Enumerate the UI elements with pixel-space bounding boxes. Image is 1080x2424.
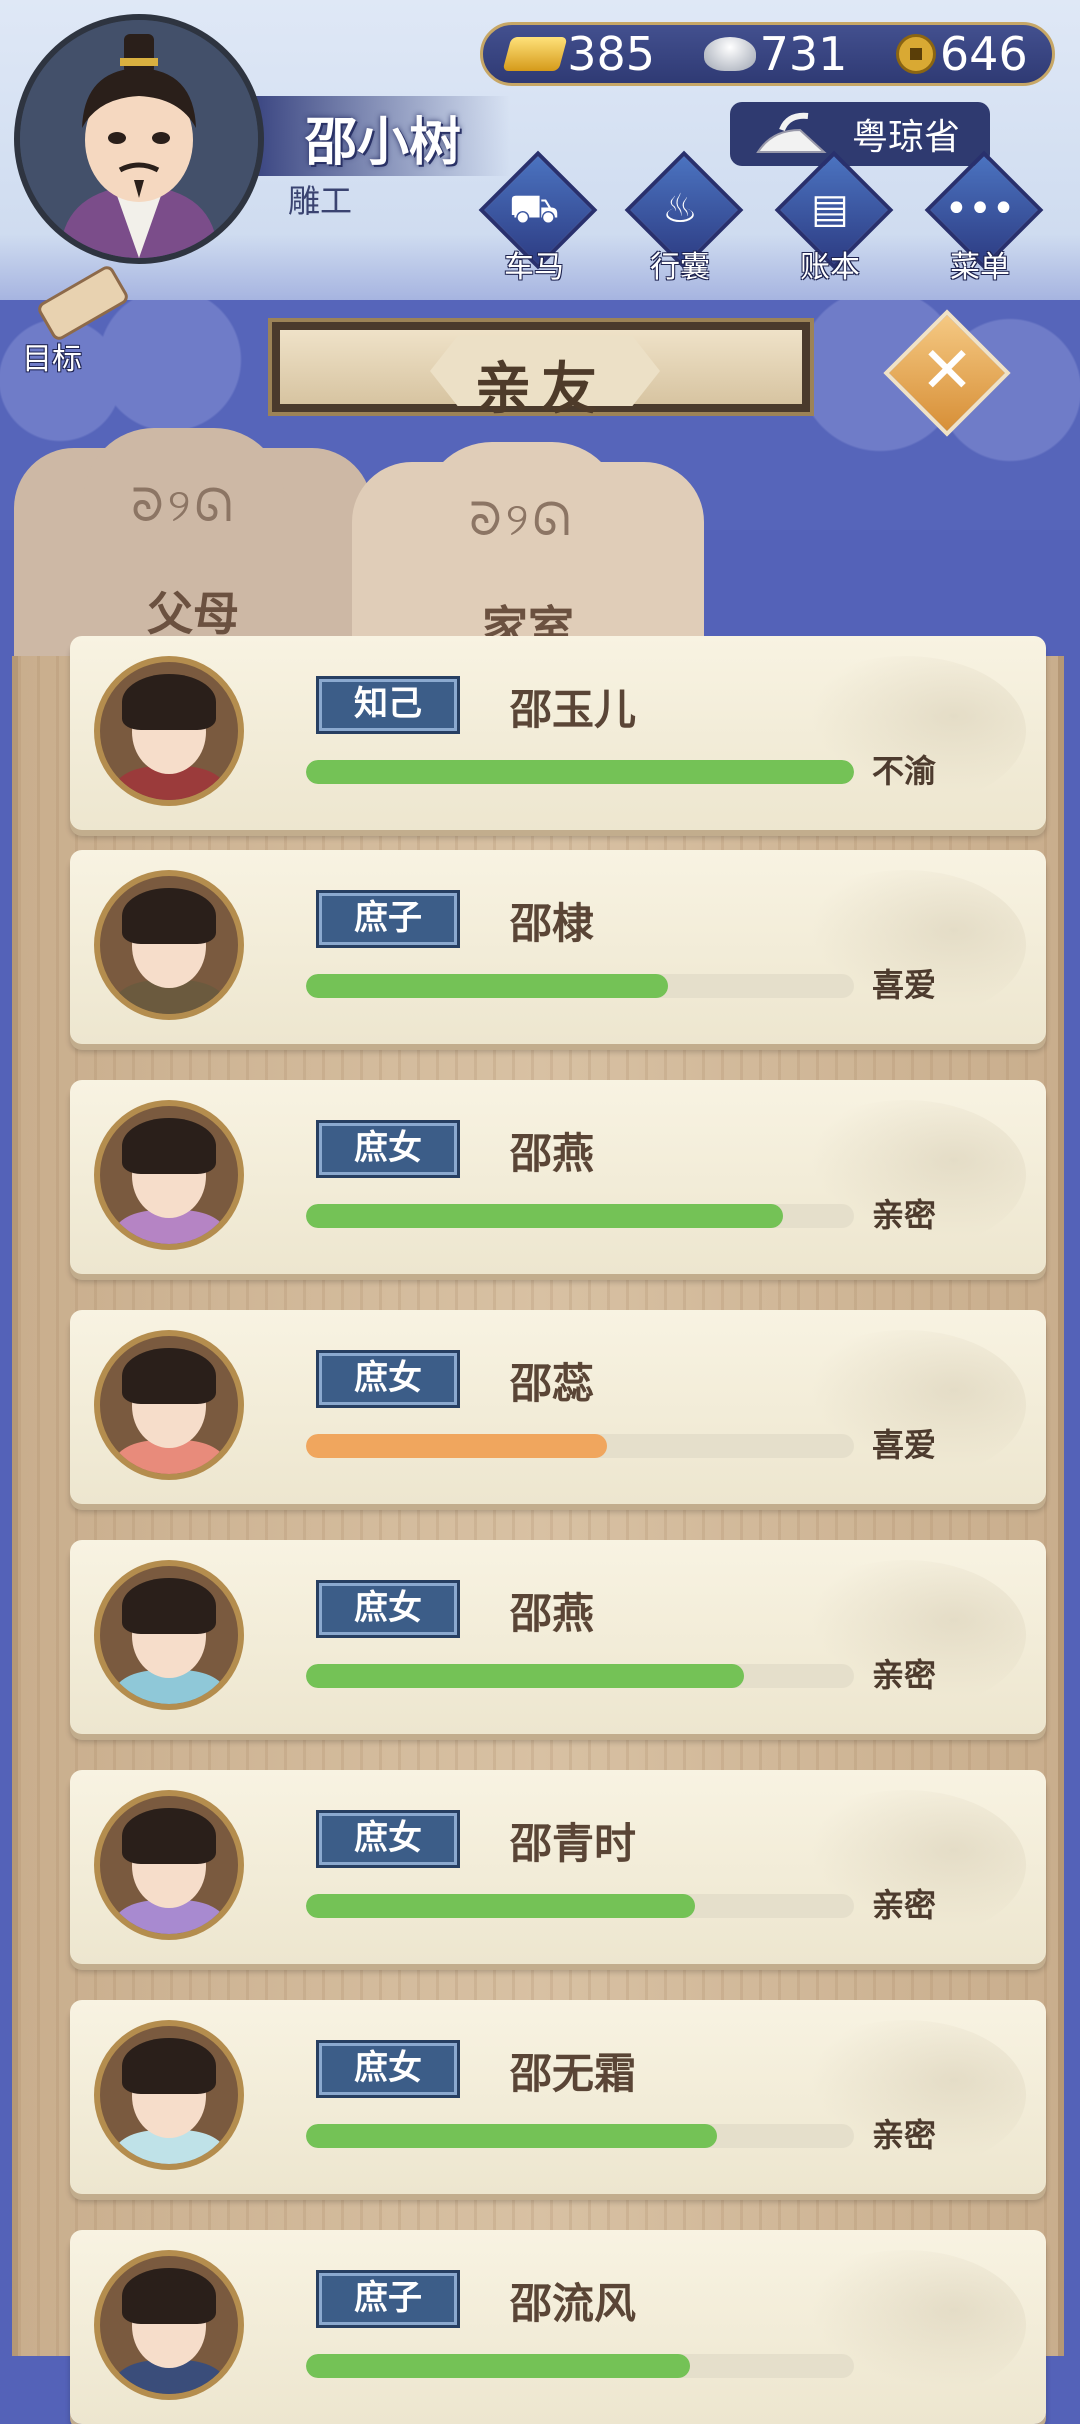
tab-parents[interactable]: ᘐ୨ᘏ 父母	[14, 428, 372, 668]
affection-bar	[306, 2354, 854, 2378]
ledger-label: 账本	[800, 250, 860, 285]
relative-portrait[interactable]	[94, 656, 244, 806]
bag-button[interactable]: ♨ 行囊	[620, 150, 744, 290]
affection-fill	[306, 974, 668, 998]
relation-badge: 庶女	[316, 1580, 460, 1638]
affection-fill	[306, 2124, 717, 2148]
bag-label: 行囊	[650, 250, 710, 285]
cloud-swirl-icon: ᘐ୨ᘏ	[131, 478, 237, 532]
relative-card[interactable]: 庶子 邵棣 喜爱	[70, 850, 1046, 1044]
relation-badge: 庶女	[316, 1350, 460, 1408]
relative-portrait[interactable]	[94, 1330, 244, 1480]
affection-bar	[306, 1204, 854, 1228]
relative-card[interactable]: 知己 邵玉儿 不渝	[70, 636, 1046, 830]
player-avatar[interactable]	[14, 14, 264, 264]
affection-bar	[306, 760, 854, 784]
cloud-swirl-icon: ᘐ୨ᘏ	[469, 492, 575, 546]
title-banner: 亲友	[268, 318, 814, 422]
affection-status: 亲密	[872, 2116, 937, 2154]
relation-badge: 庶女	[316, 1810, 460, 1868]
relative-card[interactable]: 庶女 邵青时 亲密	[70, 1770, 1046, 1964]
relative-name: 邵青时	[510, 1819, 637, 1868]
relative-name: 邵燕	[510, 1129, 595, 1178]
menu-label: 菜单	[950, 250, 1010, 285]
affection-fill	[306, 760, 854, 784]
silver-value: 731	[759, 27, 848, 81]
relative-name: 邵棣	[510, 899, 595, 948]
affection-status: 亲密	[872, 1196, 937, 1234]
relatives-list[interactable]: 知己 邵玉儿 不渝 庶子 邵棣 喜爱 庶女 邵燕 亲密 庶女 邵蕊 喜爱 庶女 …	[12, 636, 1064, 2424]
affection-bar	[306, 2124, 854, 2148]
carriage-label: 车马	[504, 250, 564, 285]
copper-coin-icon	[895, 34, 936, 74]
gold-value: 385	[567, 27, 656, 81]
gold-ingot-icon	[502, 37, 568, 71]
affection-fill	[306, 1204, 783, 1228]
affection-fill	[306, 2354, 690, 2378]
player-title: 雕工	[288, 182, 353, 220]
relative-card[interactable]: 庶女 邵无霜 亲密	[70, 2000, 1046, 2194]
affection-fill	[306, 1664, 745, 1688]
relation-badge: 庶子	[316, 890, 460, 948]
carriage-button[interactable]: ⛟ 车马	[474, 150, 598, 290]
relative-name: 邵蕊	[510, 1359, 595, 1408]
silver-counter: 731	[703, 27, 848, 81]
close-icon[interactable]: ✕	[902, 326, 992, 416]
menu-button[interactable]: ••• 菜单	[920, 150, 1044, 290]
affection-bar	[306, 1434, 854, 1458]
relative-name: 邵流风	[510, 2279, 637, 2328]
affection-bar	[306, 1664, 854, 1688]
player-name: 邵小树	[305, 113, 462, 173]
affection-status: 喜爱	[872, 966, 937, 1004]
relation-badge: 庶女	[316, 2040, 460, 2098]
affection-fill	[306, 1894, 696, 1918]
relative-portrait[interactable]	[94, 2250, 244, 2400]
ledger-button[interactable]: ▤ 账本	[770, 150, 894, 290]
relation-badge: 庶子	[316, 2270, 460, 2328]
relative-card[interactable]: 庶女 邵蕊 喜爱	[70, 1310, 1046, 1504]
affection-fill	[306, 1434, 608, 1458]
affection-status: 不渝	[872, 752, 937, 790]
goal-button[interactable]: 目标	[12, 263, 131, 377]
relative-portrait[interactable]	[94, 870, 244, 1020]
coin-counter: 646	[895, 27, 1028, 81]
silver-ingot-icon	[703, 37, 756, 71]
relative-portrait[interactable]	[94, 1560, 244, 1710]
relation-badge: 知己	[316, 676, 460, 734]
coin-value: 646	[939, 27, 1028, 81]
province-label: 粤琼省	[851, 117, 960, 158]
relative-card[interactable]: 庶女 邵燕 亲密	[70, 1080, 1046, 1274]
relative-portrait[interactable]	[94, 1790, 244, 1940]
relation-badge: 庶女	[316, 1120, 460, 1178]
relative-name: 邵燕	[510, 1589, 595, 1638]
affection-bar	[306, 974, 854, 998]
affection-status: 喜爱	[872, 1426, 937, 1464]
affection-status: 亲密	[872, 1656, 937, 1694]
gold-counter: 385	[502, 27, 656, 81]
relative-card[interactable]: 庶女 邵燕 亲密	[70, 1540, 1046, 1734]
iron-icon	[756, 112, 827, 153]
relative-portrait[interactable]	[94, 2020, 244, 2170]
relative-name: 邵无霜	[510, 2049, 637, 2098]
tab-parents-label: 父母	[147, 587, 239, 641]
currency-bar: 385 731 646	[480, 22, 1055, 86]
relative-card[interactable]: 庶子 邵流风	[70, 2230, 1046, 2424]
affection-bar	[306, 1894, 854, 1918]
relative-name: 邵玉儿	[510, 685, 637, 734]
goal-label: 目标	[22, 342, 82, 377]
player-portrait-icon	[20, 20, 258, 258]
page-title: 亲友	[475, 357, 607, 422]
affection-status: 亲密	[872, 1886, 937, 1924]
relative-portrait[interactable]	[94, 1100, 244, 1250]
